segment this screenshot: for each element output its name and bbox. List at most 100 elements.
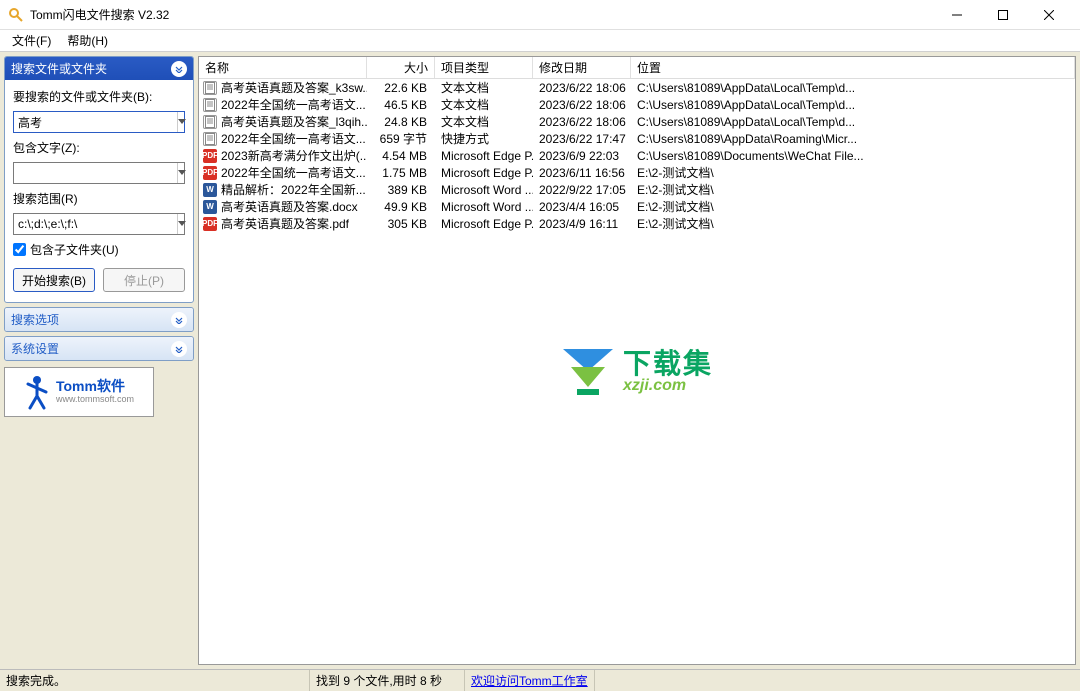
search-target-combo[interactable] (13, 111, 185, 133)
close-button[interactable] (1026, 0, 1072, 30)
stop-button[interactable]: 停止(P) (103, 268, 185, 292)
file-date: 2023/6/22 18:06 (533, 81, 631, 95)
file-name: 2023新高考满分作文出炉(... (221, 147, 367, 164)
file-type: Microsoft Word ... (435, 200, 533, 214)
file-date: 2023/6/22 17:47 (533, 132, 631, 146)
pdf-file-icon: PDF (203, 166, 217, 180)
file-size: 49.9 KB (367, 200, 435, 214)
scope-combo[interactable] (13, 213, 185, 235)
table-row[interactable]: 高考英语真题及答案_l3qih...24.8 KB文本文档2023/6/22 1… (199, 113, 1075, 130)
pdf-file-icon: PDF (203, 217, 217, 231)
col-header-date[interactable]: 修改日期 (533, 57, 631, 78)
panel-system-title: 系统设置 (11, 340, 59, 357)
col-header-size[interactable]: 大小 (367, 57, 435, 78)
status-done: 搜索完成。 (0, 670, 310, 691)
start-search-button[interactable]: 开始搜索(B) (13, 268, 95, 292)
file-location: E:\2-测试文档\ (631, 215, 1075, 232)
maximize-button[interactable] (980, 0, 1026, 30)
table-row[interactable]: 2022年全国统一高考语文...46.5 KB文本文档2023/6/22 18:… (199, 96, 1075, 113)
file-date: 2022/9/22 17:05 (533, 183, 631, 197)
file-location: E:\2-测试文档\ (631, 181, 1075, 198)
file-date: 2023/4/4 16:05 (533, 200, 631, 214)
search-target-input[interactable] (14, 112, 177, 132)
txt-file-icon (203, 98, 217, 112)
checkbox-subfolders-label: 包含子文件夹(U) (30, 241, 119, 258)
pdf-file-icon: PDF (203, 149, 217, 163)
scope-input[interactable] (14, 214, 177, 234)
status-bar: 搜索完成。 找到 9 个文件,用时 8 秒 欢迎访问Tomm工作室 (0, 669, 1080, 691)
file-size: 46.5 KB (367, 98, 435, 112)
file-date: 2023/6/11 16:56 (533, 166, 631, 180)
col-header-name[interactable]: 名称 (199, 57, 367, 78)
panel-system-header[interactable]: 系统设置 (5, 337, 193, 360)
file-type: Microsoft Edge P... (435, 217, 533, 231)
file-size: 22.6 KB (367, 81, 435, 95)
contains-input[interactable] (14, 163, 177, 183)
menu-bar: 文件(F) 帮助(H) (0, 30, 1080, 52)
file-location: C:\Users\81089\AppData\Local\Temp\d... (631, 81, 1075, 95)
watermark-line1: 下载集 (623, 350, 713, 378)
chevron-up-icon (171, 61, 187, 77)
watermark: 下载集 xzji.com (561, 347, 713, 397)
file-location: C:\Users\81089\AppData\Roaming\Micr... (631, 132, 1075, 146)
table-row[interactable]: 高考英语真题及答案_k3sw...22.6 KB文本文档2023/6/22 18… (199, 79, 1075, 96)
menu-file[interactable]: 文件(F) (4, 30, 59, 51)
file-size: 4.54 MB (367, 149, 435, 163)
txt-file-icon (203, 115, 217, 129)
logo-url: www.tommsoft.com (56, 395, 134, 405)
panel-search-header[interactable]: 搜索文件或文件夹 (5, 57, 193, 80)
menu-help[interactable]: 帮助(H) (59, 30, 116, 51)
panel-options-header[interactable]: 搜索选项 (5, 308, 193, 331)
checkbox-subfolders-row[interactable]: 包含子文件夹(U) (13, 241, 185, 258)
panel-options-title: 搜索选项 (11, 311, 59, 328)
list-header: 名称 大小 项目类型 修改日期 位置 (199, 57, 1075, 79)
file-size: 305 KB (367, 217, 435, 231)
logo-man-icon (24, 374, 50, 410)
docx-file-icon: W (203, 200, 217, 214)
col-header-loc[interactable]: 位置 (631, 57, 1075, 78)
file-name: 高考英语真题及答案_k3sw... (221, 79, 367, 96)
logo-box[interactable]: Tomm软件 www.tommsoft.com (4, 367, 154, 417)
label-search-target: 要搜索的文件或文件夹(B): (13, 88, 185, 105)
table-row[interactable]: 2022年全国统一高考语文...659 字节快捷方式2023/6/22 17:4… (199, 130, 1075, 147)
download-arrow-icon (561, 347, 615, 397)
file-type: Microsoft Edge P... (435, 149, 533, 163)
dropdown-icon[interactable] (177, 214, 186, 234)
table-row[interactable]: W精品解析：2022年全国新...389 KBMicrosoft Word ..… (199, 181, 1075, 198)
col-header-type[interactable]: 项目类型 (435, 57, 533, 78)
minimize-button[interactable] (934, 0, 980, 30)
file-type: 文本文档 (435, 79, 533, 96)
table-row[interactable]: PDF2022年全国统一高考语文...1.75 MBMicrosoft Edge… (199, 164, 1075, 181)
file-type: 文本文档 (435, 113, 533, 130)
table-row[interactable]: PDF 高考英语真题及答案.pdf 305 KBMicrosoft Edge P..… (199, 215, 1075, 232)
label-scope: 搜索范围(R) (13, 190, 185, 207)
file-size: 1.75 MB (367, 166, 435, 180)
file-type: Microsoft Edge P... (435, 166, 533, 180)
checkbox-subfolders[interactable] (13, 243, 26, 256)
panel-search-title: 搜索文件或文件夹 (11, 60, 107, 77)
file-date: 2023/6/22 18:06 (533, 115, 631, 129)
table-row[interactable]: PDF 2023新高考满分作文出炉(...4.54 MBMicrosoft Edg… (199, 147, 1075, 164)
file-size: 389 KB (367, 183, 435, 197)
file-location: E:\2-测试文档\ (631, 198, 1075, 215)
file-size: 659 字节 (367, 130, 435, 147)
dropdown-icon[interactable] (177, 112, 186, 132)
file-name: 2022年全国统一高考语文... (221, 96, 366, 113)
watermark-line2: xzji.com (623, 378, 713, 394)
status-link[interactable]: 欢迎访问Tomm工作室 (465, 670, 595, 691)
panel-search: 搜索文件或文件夹 要搜索的文件或文件夹(B): 包含文字(Z): (4, 56, 194, 303)
dropdown-icon[interactable] (177, 163, 186, 183)
file-size: 24.8 KB (367, 115, 435, 129)
chevron-down-icon (171, 312, 187, 328)
file-location: C:\Users\81089\Documents\WeChat File... (631, 149, 1075, 163)
file-location: E:\2-测试文档\ (631, 164, 1075, 181)
txt-file-icon (203, 81, 217, 95)
app-icon (8, 7, 24, 23)
file-name: 2022年全国统一高考语文... (221, 130, 366, 147)
file-name: 高考英语真题及答案.pdf (221, 215, 349, 232)
table-row[interactable]: W高考英语真题及答案.docx49.9 KBMicrosoft Word ...… (199, 198, 1075, 215)
contains-combo[interactable] (13, 162, 185, 184)
file-date: 2023/6/9 22:03 (533, 149, 631, 163)
results-list: 名称 大小 项目类型 修改日期 位置 高考英语真题及答案_k3sw...22.6… (198, 56, 1076, 665)
title-bar: Tomm闪电文件搜索 V2.32 (0, 0, 1080, 30)
